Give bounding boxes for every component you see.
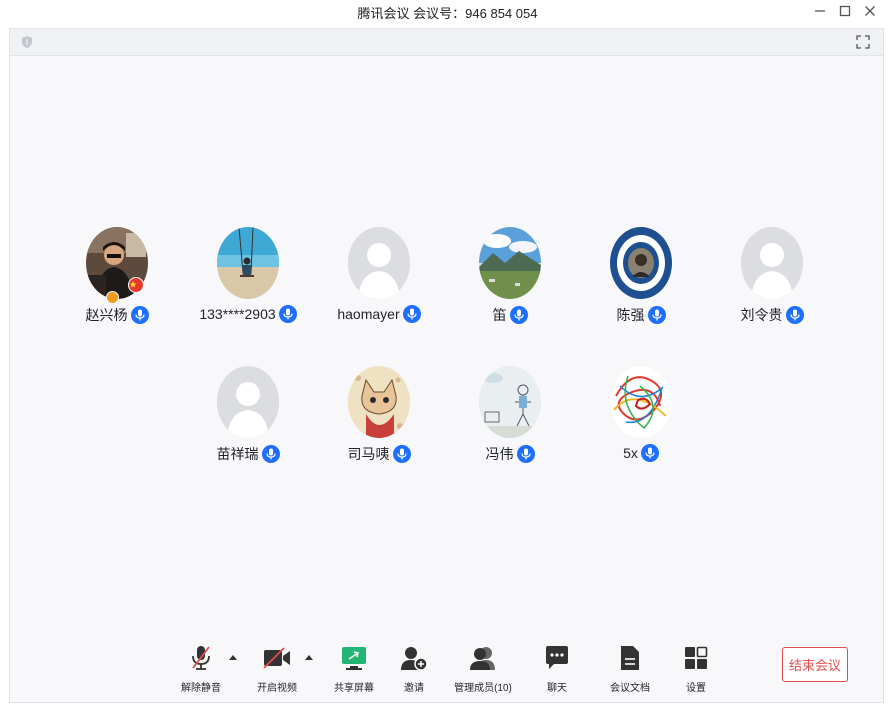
end-meeting-button[interactable]: 结束会议 [782, 647, 848, 682]
participant-tile[interactable]: 陈强 [576, 227, 706, 347]
participant-name: 司马咦 [347, 446, 390, 462]
invite-label: 邀请 [404, 683, 424, 694]
share-screen-button[interactable]: 共享屏幕 [333, 644, 375, 694]
participant-name-row: 133****2903 [183, 305, 313, 323]
participant-name-row: 陈强 [576, 305, 706, 325]
participant-tile[interactable]: haomayer [314, 227, 444, 347]
info-bar [10, 29, 883, 56]
participant-tile[interactable]: 司马咦 [314, 366, 444, 486]
start-video-button[interactable]: 开启视频 [256, 644, 298, 694]
fullscreen-icon[interactable] [855, 34, 871, 50]
colorful-scribble-avatar [610, 366, 672, 438]
participant-name-row: 赵兴杨 [52, 305, 182, 325]
members-icon [468, 644, 498, 671]
video-off-icon [262, 644, 292, 671]
meeting-docs-label: 会议文档 [610, 683, 650, 694]
participant-name: 苗祥瑞 [216, 446, 259, 462]
participant-tile[interactable]: 笛 [445, 227, 575, 347]
participant-name-row: haomayer [314, 305, 444, 323]
shield-icon[interactable] [20, 35, 34, 49]
mic-icon [785, 306, 804, 324]
participant-tile[interactable]: 苗祥瑞 [183, 366, 313, 486]
meeting-toolbar: 解除静音 开启视频 共享屏幕 邀请 管理成员(10) 聊天 会议文档 设置 结束… [10, 639, 883, 702]
mic-icon [509, 306, 528, 324]
participant-name: 赵兴杨 [85, 307, 128, 323]
flag-badge-icon [128, 277, 144, 293]
mic-icon [261, 445, 280, 463]
mic-icon [130, 306, 149, 324]
chat-icon [542, 644, 572, 671]
muted-mic-icon [186, 644, 216, 671]
minimize-icon[interactable] [810, 2, 830, 22]
settings-button[interactable]: 设置 [680, 644, 712, 694]
cartoon-cat-avatar [348, 366, 410, 438]
participant-name: 刘令贵 [740, 307, 783, 323]
host-badge [106, 291, 119, 304]
default-avatar-icon [348, 227, 410, 299]
settings-grid-icon [681, 644, 711, 671]
participant-avatar [479, 227, 541, 299]
participant-name-row: 笛 [445, 305, 575, 325]
participant-name: 5x [623, 445, 638, 461]
mic-icon [278, 305, 297, 323]
participant-name-row: 司马咦 [314, 444, 444, 464]
start-video-label: 开启视频 [257, 683, 297, 694]
participant-name: 133****2903 [199, 306, 276, 322]
participant-name-row: 刘令贵 [707, 305, 837, 325]
mic-icon [516, 445, 535, 463]
participant-name: haomayer [337, 306, 400, 322]
maximize-icon[interactable] [835, 2, 855, 22]
settings-label: 设置 [686, 683, 706, 694]
meeting-window: 赵兴杨 133****2903 haomayer 笛 陈强 刘令贵 苗祥瑞 司马… [9, 28, 884, 703]
participant-name: 冯伟 [485, 446, 514, 462]
default-avatar-icon [741, 227, 803, 299]
video-options-caret-icon[interactable] [305, 655, 313, 660]
default-avatar-icon [217, 366, 279, 438]
mic-icon [402, 305, 421, 323]
document-icon [615, 644, 645, 671]
manage-members-label: 管理成员(10) [454, 683, 512, 694]
meeting-docs-button[interactable]: 会议文档 [609, 644, 651, 694]
close-icon[interactable] [860, 2, 880, 22]
participant-name: 笛 [492, 307, 507, 323]
invite-button[interactable]: 邀请 [397, 644, 431, 694]
mic-icon [392, 445, 411, 463]
audio-options-caret-icon[interactable] [229, 655, 237, 660]
participant-name-row: 苗祥瑞 [183, 444, 313, 464]
child-drawing-avatar [479, 366, 541, 438]
participant-tile[interactable]: 刘令贵 [707, 227, 837, 347]
participant-avatar [217, 227, 279, 299]
chat-button[interactable]: 聊天 [541, 644, 573, 694]
manage-members-button[interactable]: 管理成员(10) [454, 644, 512, 694]
mic-icon [647, 306, 666, 324]
participant-tile[interactable]: 5x [576, 366, 706, 486]
title-bar: 腾讯会议 会议号：946 854 054 [0, 0, 895, 26]
participant-tile[interactable]: 133****2903 [183, 227, 313, 347]
mic-icon [640, 444, 659, 462]
participant-name-row: 冯伟 [445, 444, 575, 464]
window-title: 腾讯会议 会议号：946 854 054 [357, 6, 538, 21]
unmute-button[interactable]: 解除静音 [180, 644, 222, 694]
participant-name-row: 5x [576, 444, 706, 462]
participant-name: 陈强 [616, 307, 645, 323]
add-user-icon [399, 644, 429, 671]
share-screen-label: 共享屏幕 [334, 683, 374, 694]
share-screen-icon [339, 644, 369, 671]
unmute-label: 解除静音 [181, 683, 221, 694]
participant-tile[interactable]: 赵兴杨 [52, 227, 182, 347]
emblem-seal-avatar [610, 227, 672, 299]
chat-label: 聊天 [547, 683, 567, 694]
participant-tile[interactable]: 冯伟 [445, 366, 575, 486]
